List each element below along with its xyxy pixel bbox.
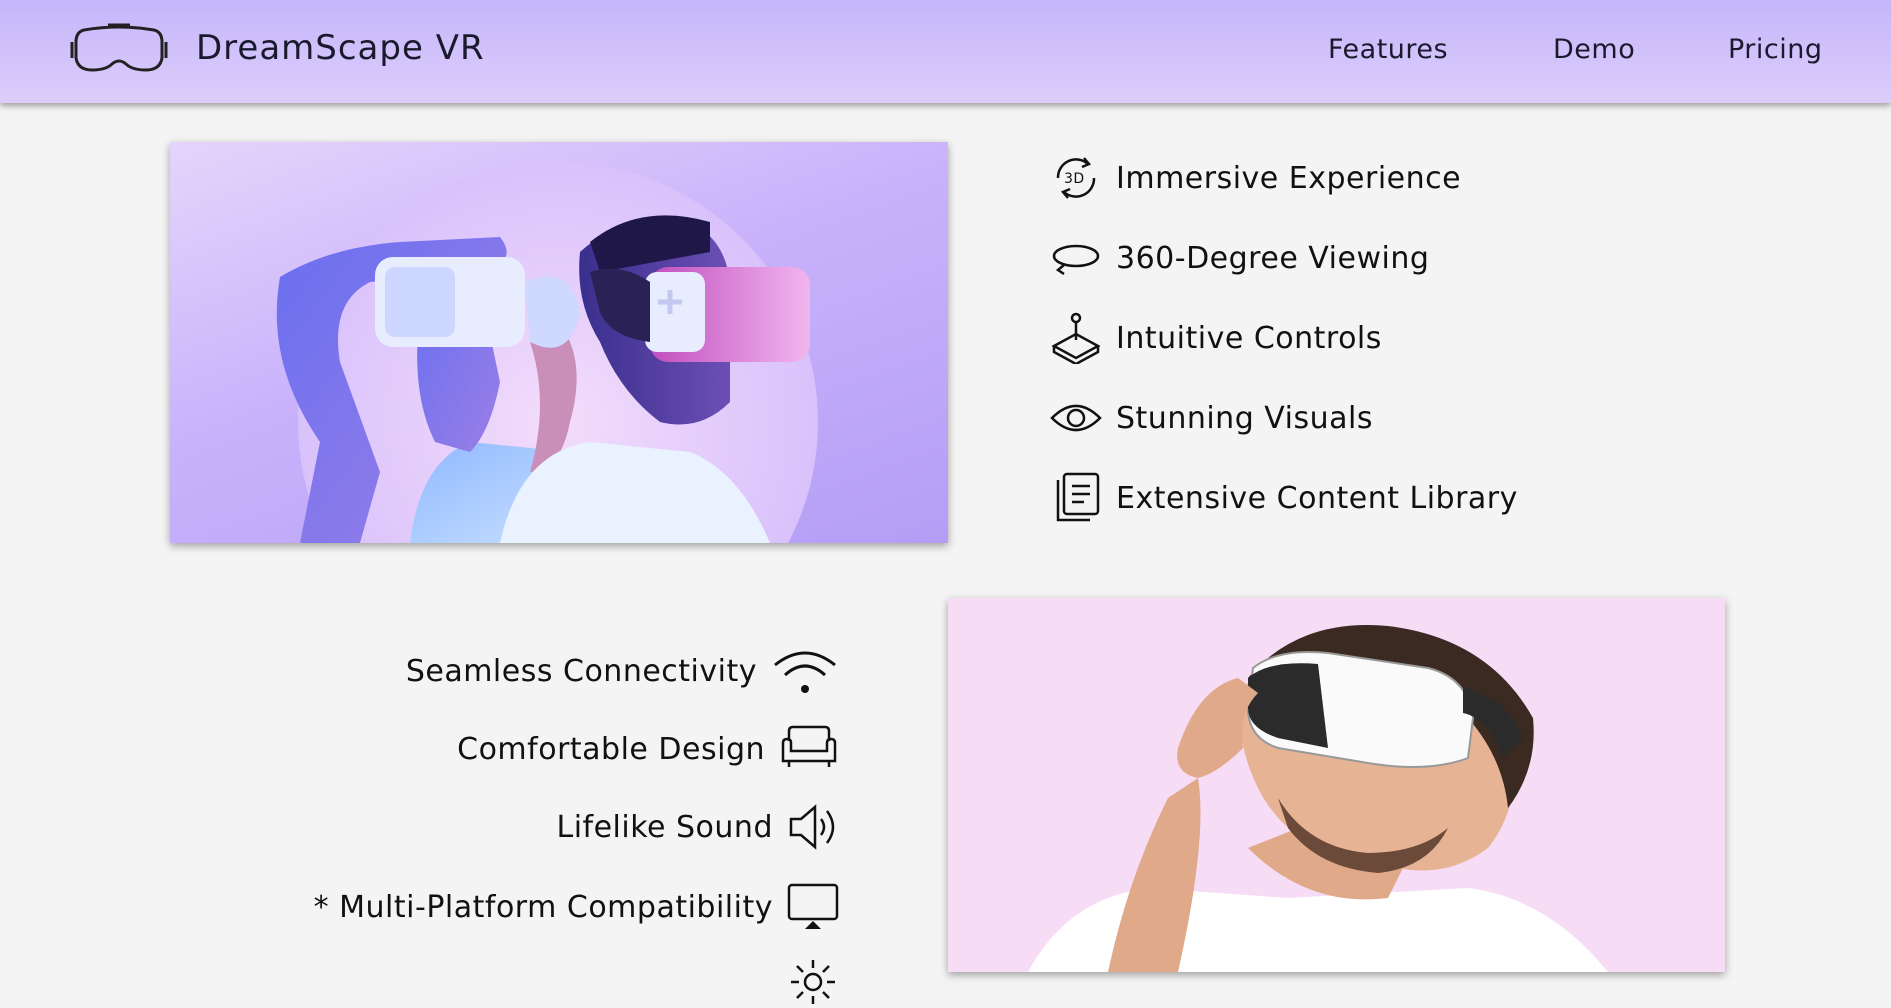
- feature-stunning-visuals: Stunning Visuals: [1050, 392, 1373, 444]
- feature-label: Lifelike Sound: [556, 809, 773, 845]
- man-vr-photo: [948, 598, 1725, 972]
- speaker-icon: [789, 804, 835, 850]
- feature-360-viewing: 360-Degree Viewing: [1050, 232, 1429, 284]
- eye-icon: [1050, 404, 1102, 432]
- feature-label: Stunning Visuals: [1116, 400, 1373, 436]
- vr-headset-icon[interactable]: [70, 18, 168, 78]
- 3d-rotate-icon: 3D: [1056, 157, 1096, 199]
- feature-immersive-experience: 3D Immersive Experience: [1050, 152, 1461, 204]
- feature-label: Seamless Connectivity: [405, 653, 757, 689]
- joystick-icon: [1051, 312, 1101, 364]
- 360-view-icon: [1052, 244, 1100, 276]
- feature-lifelike-sound: Lifelike Sound: [556, 801, 839, 853]
- feature-label: Immersive Experience: [1116, 160, 1462, 196]
- feature-label: Comfortable Design: [457, 731, 765, 767]
- feature-comfortable-design: Comfortable Design: [457, 723, 839, 775]
- site-header: DreamScape VR Features Demo Pricing: [0, 0, 1891, 103]
- brand-name[interactable]: DreamScape VR: [196, 28, 485, 68]
- couple-vr-photo: [170, 142, 948, 543]
- gear-icon: [791, 960, 835, 1004]
- nav-features[interactable]: Features: [1328, 34, 1448, 65]
- feature-label: 360-Degree Viewing: [1116, 240, 1430, 276]
- feature-settings: [773, 956, 839, 1008]
- monitor-icon: [787, 883, 839, 929]
- feature-seamless-connectivity: Seamless Connectivity: [406, 645, 839, 697]
- feature-intuitive-controls: Intuitive Controls: [1050, 312, 1382, 364]
- feature-content-library: Extensive Content Library: [1050, 472, 1518, 524]
- nav-demo[interactable]: Demo: [1553, 34, 1635, 65]
- feature-label: Intuitive Controls: [1116, 320, 1382, 356]
- nav-pricing[interactable]: Pricing: [1728, 34, 1823, 65]
- feature-label: Extensive Content Library: [1116, 480, 1518, 516]
- sofa-icon: [781, 725, 837, 767]
- feature-multi-platform: * Multi-Platform Compatibility: [314, 881, 839, 933]
- feature-label: * Multi-Platform Compatibility: [313, 889, 773, 925]
- library-icon: [1056, 472, 1100, 522]
- wifi-icon: [774, 651, 836, 693]
- svg-text:3D: 3D: [1064, 171, 1085, 187]
